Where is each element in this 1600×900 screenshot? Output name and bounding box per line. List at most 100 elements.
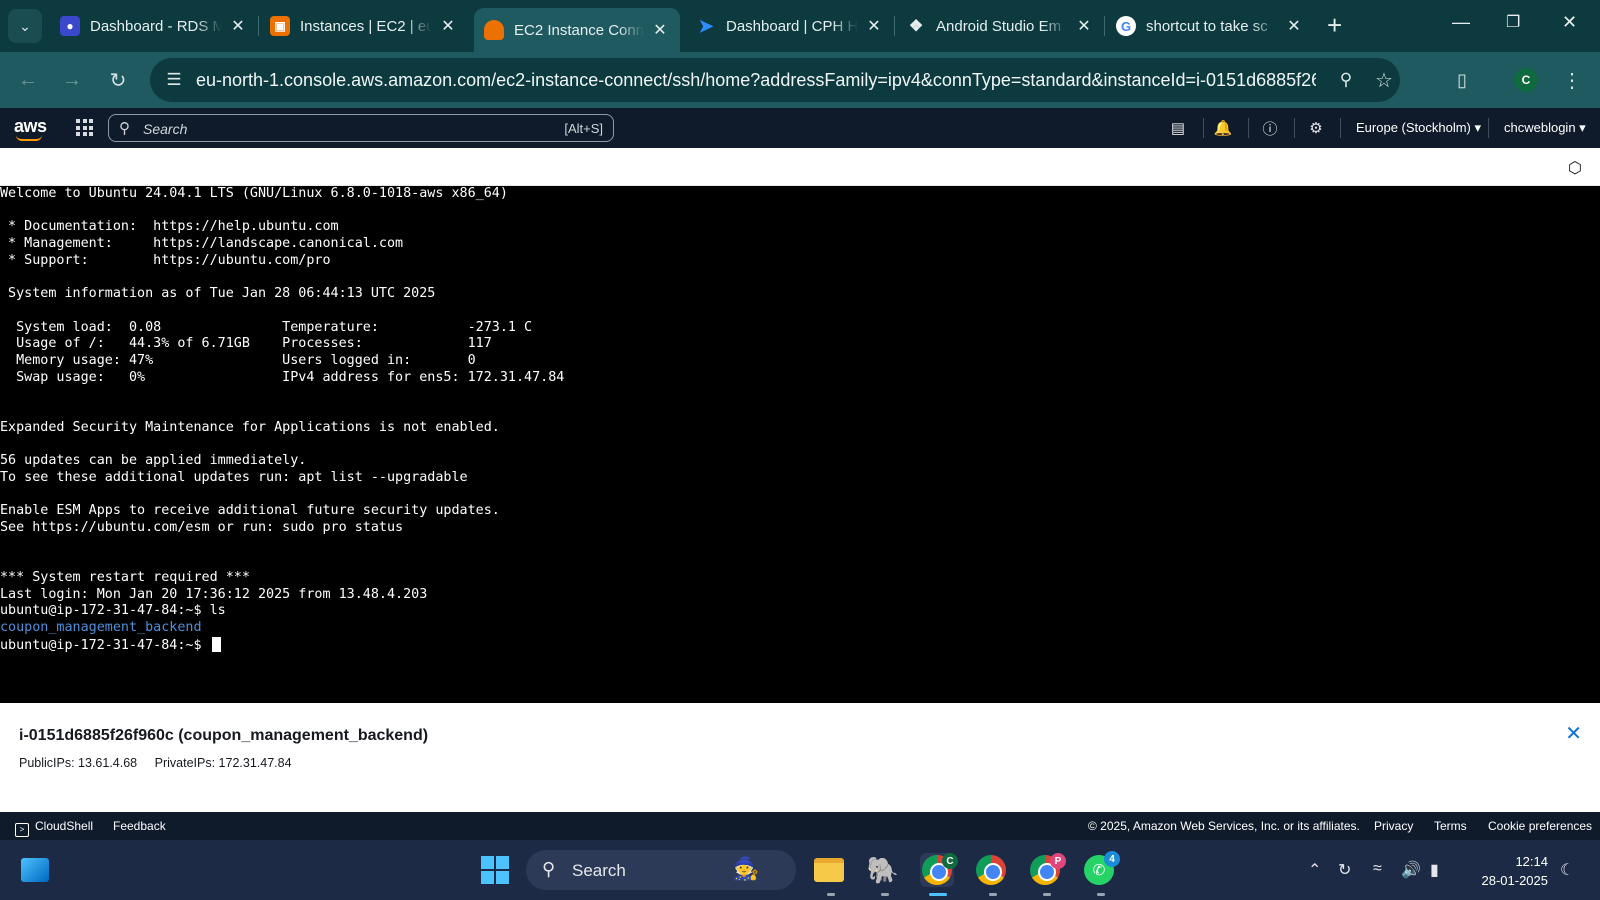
google-icon: G [1116, 16, 1136, 36]
terminal-line: 56 updates can be applied immediately. [0, 453, 307, 468]
services-grid-icon[interactable] [76, 119, 93, 136]
zoom-icon[interactable]: ⚲ [1334, 68, 1358, 92]
tab-android-studio[interactable]: ❖ Android Studio Em ✕ [902, 8, 1098, 44]
bookmark-star-icon[interactable]: ☆ [1372, 68, 1396, 92]
address-bar[interactable]: ☰ eu-north-1.console.aws.amazon.com/ec2-… [150, 58, 1400, 102]
terminal-line: Expanded Security Maintenance for Applic… [0, 419, 500, 435]
close-tab-icon[interactable]: ✕ [864, 16, 884, 36]
minimize-button[interactable]: — [1452, 12, 1470, 33]
terminal-line: * Documentation: https://help.ubuntu.com [0, 219, 339, 235]
ec2-icon: ▣ [270, 16, 290, 36]
reload-button[interactable]: ↻ [104, 66, 132, 94]
tab-separator [894, 16, 895, 36]
profile-avatar[interactable]: C [1514, 68, 1538, 92]
divider [1294, 118, 1295, 138]
battery-icon[interactable]: ▮ [1430, 860, 1439, 880]
close-window-button[interactable]: ✕ [1562, 12, 1577, 33]
privacy-link[interactable]: Privacy [1374, 819, 1413, 833]
feedback-link[interactable]: Feedback [113, 819, 166, 833]
close-tab-icon[interactable]: ✕ [438, 16, 458, 36]
cloudshell-link[interactable]: > CloudShell [15, 819, 93, 837]
settings-hex-icon[interactable]: ⬡ [1568, 158, 1582, 178]
terms-link[interactable]: Terms [1434, 819, 1467, 833]
terminal-line: ubuntu@ip-172-31-47-84:~$ [0, 636, 564, 654]
close-panel-button[interactable]: ✕ [1565, 721, 1582, 746]
notifications-moon-icon[interactable]: ☾ [1560, 860, 1574, 880]
extensions-button[interactable]: ▯ [1448, 66, 1476, 94]
close-tab-icon[interactable]: ✕ [650, 20, 670, 40]
terminal-line: Memory usage: 47% Users logged in: 0 [0, 352, 476, 368]
start-button[interactable] [478, 853, 512, 887]
terminal-line: Swap usage: 0% IPv4 address for ens5: 17… [0, 369, 565, 385]
wifi-icon[interactable]: ≈ [1373, 860, 1382, 878]
back-button[interactable]: ← [14, 66, 42, 94]
divider [1203, 118, 1204, 138]
close-tab-icon[interactable]: ✕ [1284, 16, 1304, 36]
aws-search-input[interactable]: ⚲ Search [Alt+S] [108, 114, 614, 142]
restore-button[interactable]: ❐ [1506, 12, 1520, 32]
show-hidden-icons-chevron-icon[interactable]: ⌃ [1308, 860, 1321, 880]
terminal-directory-entry: coupon_management_backend [0, 619, 202, 635]
tab-ec2-instance-connect[interactable]: EC2 Instance Conn ✕ [474, 8, 680, 52]
aws-logo[interactable]: aws [14, 116, 47, 141]
terminal-cursor [211, 636, 221, 652]
url-text[interactable]: eu-north-1.console.aws.amazon.com/ec2-in… [196, 70, 1316, 91]
cookie-preferences-link[interactable]: Cookie preferences [1488, 819, 1592, 833]
tab-rds-dashboard[interactable]: ● Dashboard - RDS M ✕ [56, 8, 252, 44]
terminal-line: Enable ESM Apps to receive additional fu… [0, 503, 500, 519]
close-icon: ✕ [1562, 12, 1578, 32]
close-icon: ✕ [1565, 723, 1582, 745]
elephant-icon: 🐘 [866, 854, 900, 885]
terminal-toolbar: ⬡ [0, 148, 1600, 186]
volume-icon[interactable]: 🔊 [1401, 860, 1421, 880]
ssh-terminal[interactable]: Welcome to Ubuntu 24.04.1 LTS (GNU/Linux… [0, 186, 1600, 703]
whatsapp-button[interactable]: ✆ 4 [1082, 851, 1120, 887]
terminal-line: See https://ubuntu.com/esm or run: sudo … [0, 519, 404, 535]
search-icon: ⚲ [542, 859, 556, 879]
active-indicator [929, 893, 947, 896]
taskbar-search[interactable]: ⚲ Search 🧙 [526, 850, 796, 890]
system-clock[interactable]: 12:14 28-01-2025 [1482, 852, 1549, 890]
postgresql-button[interactable]: 🐘 [866, 853, 900, 887]
chrome-profile-c-button[interactable]: C [920, 853, 958, 887]
account-menu[interactable]: chcweblogin ▾ [1504, 120, 1586, 136]
tab-cph-dashboard[interactable]: ➤ Dashboard | CPH H ✕ [692, 8, 888, 44]
rds-icon: ● [60, 16, 80, 36]
help-icon[interactable]: ⓘ [1260, 118, 1280, 138]
chrome-profile-2-button[interactable] [974, 853, 1008, 887]
reload-icon: ↻ [109, 69, 127, 92]
widgets-button[interactable] [18, 853, 52, 887]
forward-button[interactable]: → [58, 66, 86, 94]
cloudshell-icon[interactable]: ▤ [1168, 118, 1188, 138]
file-explorer-button[interactable] [812, 853, 846, 887]
tab-google-search[interactable]: G shortcut to take sc ✕ [1112, 8, 1308, 44]
terminal-line: * Management: https://landscape.canonica… [0, 236, 404, 252]
site-info-icon[interactable]: ☰ [162, 68, 186, 92]
widgets-icon [21, 858, 49, 882]
instance-info-panel: i-0151d6885f26f960c (coupon_management_b… [0, 703, 1600, 812]
region-selector[interactable]: Europe (Stockholm) ▾ [1356, 120, 1481, 136]
settings-gear-icon[interactable]: ⚙ [1306, 118, 1326, 138]
cph-icon: ➤ [698, 15, 714, 36]
terminal-line: System load: 0.08 Temperature: -273.1 C [0, 319, 533, 335]
notification-badge: 4 [1104, 851, 1120, 867]
sync-alert-icon[interactable]: ↻ [1338, 860, 1351, 880]
chrome-profile-p-button[interactable]: P [1028, 853, 1066, 887]
browser-toolbar: ← → ↻ ☰ eu-north-1.console.aws.amazon.co… [0, 52, 1600, 108]
tab-search-button[interactable]: ⌄ [8, 9, 42, 43]
tab-separator [258, 16, 259, 36]
close-tab-icon[interactable]: ✕ [228, 16, 248, 36]
running-indicator [1097, 893, 1105, 896]
restore-icon: ❐ [1506, 14, 1521, 31]
close-tab-icon[interactable]: ✕ [1074, 16, 1094, 36]
new-tab-button[interactable]: + [1327, 10, 1342, 40]
notifications-bell-icon[interactable]: 🔔 [1213, 118, 1233, 138]
tab-ec2-instances[interactable]: ▣ Instances | EC2 | eu ✕ [266, 8, 462, 44]
browser-menu-button[interactable]: ⋮ [1558, 66, 1586, 94]
